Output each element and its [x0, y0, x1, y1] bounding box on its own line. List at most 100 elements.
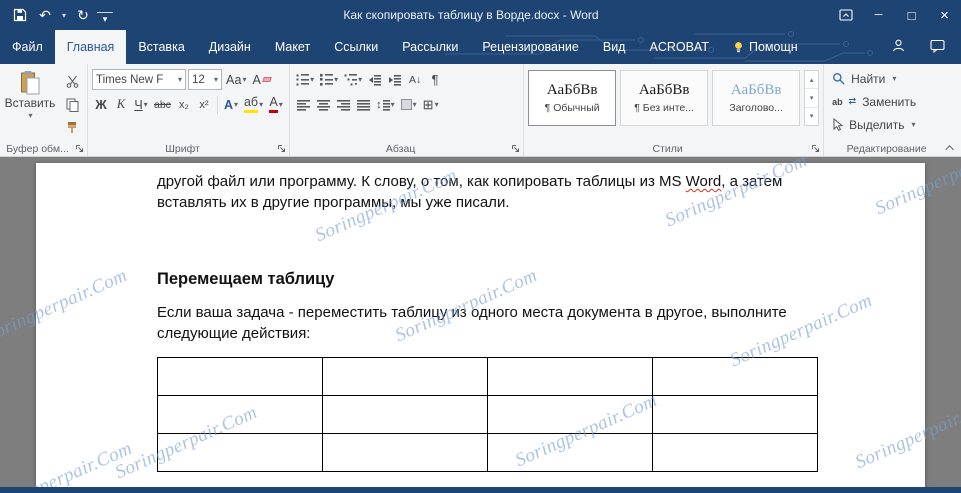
cut-button[interactable]	[61, 72, 83, 91]
find-button[interactable]: Найти ▾	[832, 69, 957, 88]
table-cell[interactable]	[488, 396, 653, 434]
tab-design[interactable]: Дизайн	[197, 30, 263, 64]
bullets-icon	[296, 74, 309, 86]
table-cell[interactable]	[158, 396, 323, 434]
style-no-spacing[interactable]: АаБбВв ¶ Без инте...	[620, 70, 708, 126]
table-cell[interactable]	[323, 358, 488, 396]
numbering-button[interactable]: ▾	[318, 69, 340, 91]
close-icon[interactable]: ×	[928, 0, 961, 30]
replace-icon: ab	[832, 97, 843, 107]
show-formatting-marks-button[interactable]: ¶	[426, 69, 444, 91]
bullets-button[interactable]: ▾	[294, 69, 316, 91]
document-page[interactable]: другой файл или программу. К слову, о то…	[36, 163, 925, 487]
sort-button[interactable]: А↓	[406, 69, 424, 91]
decrease-indent-icon	[369, 77, 373, 83]
styles-scroll-up-icon[interactable]: ▴	[805, 71, 818, 89]
tab-review[interactable]: Рецензирование	[470, 30, 591, 64]
format-painter-button[interactable]	[61, 118, 83, 137]
select-button[interactable]: Выделить ▾	[832, 115, 957, 134]
replace-button[interactable]: ab ⇄ Заменить	[832, 92, 957, 111]
table-cell[interactable]	[653, 434, 818, 472]
minimize-icon[interactable]: ─	[862, 0, 895, 30]
feedback-icon[interactable]	[930, 39, 945, 56]
table-cell[interactable]	[158, 434, 323, 472]
document-heading[interactable]: Перемещаем таблицу	[157, 269, 821, 290]
numbering-icon	[320, 74, 333, 86]
paste-button[interactable]: Вставить ▾	[4, 67, 56, 137]
superscript-button[interactable]: x²	[195, 94, 213, 116]
underline-button[interactable]: Ч ▾	[132, 94, 150, 116]
font-dialog-launcher-icon[interactable]	[275, 142, 287, 154]
collapse-ribbon-icon[interactable]	[946, 143, 955, 152]
style-normal-label: ¶ Обычный	[545, 102, 600, 114]
borders-button[interactable]: ⊞▾	[421, 94, 441, 116]
tab-acrobat[interactable]: ACROBAT	[637, 30, 721, 64]
tab-view[interactable]: Вид	[591, 30, 638, 64]
style-heading1[interactable]: АаБбВв Заголово...	[712, 70, 800, 126]
style-heading1-label: Заголово...	[729, 102, 783, 114]
styles-more-icon[interactable]: ▾	[805, 108, 818, 125]
undo-dropdown-icon[interactable]: ▾	[59, 0, 69, 30]
font-color-button[interactable]: А ▾	[267, 94, 285, 116]
tab-references[interactable]: Ссылки	[322, 30, 390, 64]
paragraph-2[interactable]: Если ваша задача - переместить таблицу и…	[157, 302, 821, 344]
redo-icon[interactable]: ↻	[72, 0, 94, 30]
paragraph-1[interactable]: другой файл или программу. К слову, о то…	[157, 171, 821, 213]
table-cell[interactable]	[323, 434, 488, 472]
decrease-indent-button[interactable]	[366, 69, 384, 91]
bold-button[interactable]: Ж	[92, 94, 110, 116]
tab-mailings[interactable]: Рассылки	[390, 30, 470, 64]
tab-insert[interactable]: Вставка	[126, 30, 196, 64]
qat-customize-icon[interactable]: ▾	[97, 12, 113, 25]
paragraph-group: ▾ ▾ ▾ А↓ ¶ ↕▾ ▾ ⊞▾ Абзац	[290, 64, 524, 156]
save-icon[interactable]	[9, 0, 31, 30]
styles-scroll-down-icon[interactable]: ▾	[805, 89, 818, 107]
italic-button[interactable]: К	[112, 94, 130, 116]
font-size-select[interactable]: 12 ▾	[188, 69, 222, 90]
style-normal[interactable]: АаБбВв ¶ Обычный	[528, 70, 616, 126]
document-table[interactable]	[157, 357, 818, 472]
table-cell[interactable]	[653, 358, 818, 396]
paragraph-dialog-launcher-icon[interactable]	[509, 142, 521, 154]
align-left-button[interactable]	[294, 94, 312, 116]
font-group-label: Шрифт	[92, 143, 273, 155]
document-content: другой файл или программу. К слову, о то…	[36, 163, 925, 472]
tab-layout[interactable]: Макет	[263, 30, 322, 64]
table-cell[interactable]	[323, 396, 488, 434]
line-spacing-button[interactable]: ↕▾	[374, 94, 397, 116]
change-case-button[interactable]: Аа ▾	[224, 69, 248, 91]
styles-dialog-launcher-icon[interactable]	[809, 142, 821, 154]
multilevel-list-button[interactable]: ▾	[342, 69, 364, 91]
text-effects-caret-icon: ▾	[234, 100, 238, 109]
table-cell[interactable]	[488, 434, 653, 472]
shading-button[interactable]: ▾	[399, 94, 419, 116]
justify-button[interactable]	[354, 94, 372, 116]
table-cell[interactable]	[653, 396, 818, 434]
copy-button[interactable]	[61, 95, 83, 114]
text-effects-button[interactable]: А ▾	[222, 94, 240, 116]
clipboard-group: Вставить ▾ Буфер обм...	[0, 64, 88, 156]
table-cell[interactable]	[158, 358, 323, 396]
align-center-button[interactable]	[314, 94, 332, 116]
table-row	[158, 434, 818, 472]
eraser-icon	[262, 77, 272, 82]
align-right-button[interactable]	[334, 94, 352, 116]
paste-label: Вставить	[5, 96, 56, 110]
tab-help[interactable]: Помощн	[721, 30, 810, 64]
change-case-label: Аа	[226, 73, 241, 87]
highlight-button[interactable]: аб ▾	[242, 94, 265, 116]
increase-indent-button[interactable]	[386, 69, 404, 91]
tab-home[interactable]: Главная	[55, 30, 127, 64]
font-name-select[interactable]: Times New F ▾	[92, 69, 186, 90]
strikethrough-button[interactable]: abc	[152, 94, 173, 116]
table-cell[interactable]	[488, 358, 653, 396]
clipboard-dialog-launcher-icon[interactable]	[73, 142, 85, 154]
ribbon-display-options-icon[interactable]	[829, 0, 862, 30]
tab-file[interactable]: Файл	[0, 30, 55, 64]
account-icon[interactable]	[891, 38, 906, 56]
clear-formatting-button[interactable]: А	[250, 69, 272, 91]
maximize-icon[interactable]: □	[895, 0, 928, 30]
undo-icon[interactable]: ↶	[34, 0, 56, 30]
tab-layout-label: Макет	[275, 40, 310, 54]
subscript-button[interactable]: x₂	[175, 94, 193, 116]
